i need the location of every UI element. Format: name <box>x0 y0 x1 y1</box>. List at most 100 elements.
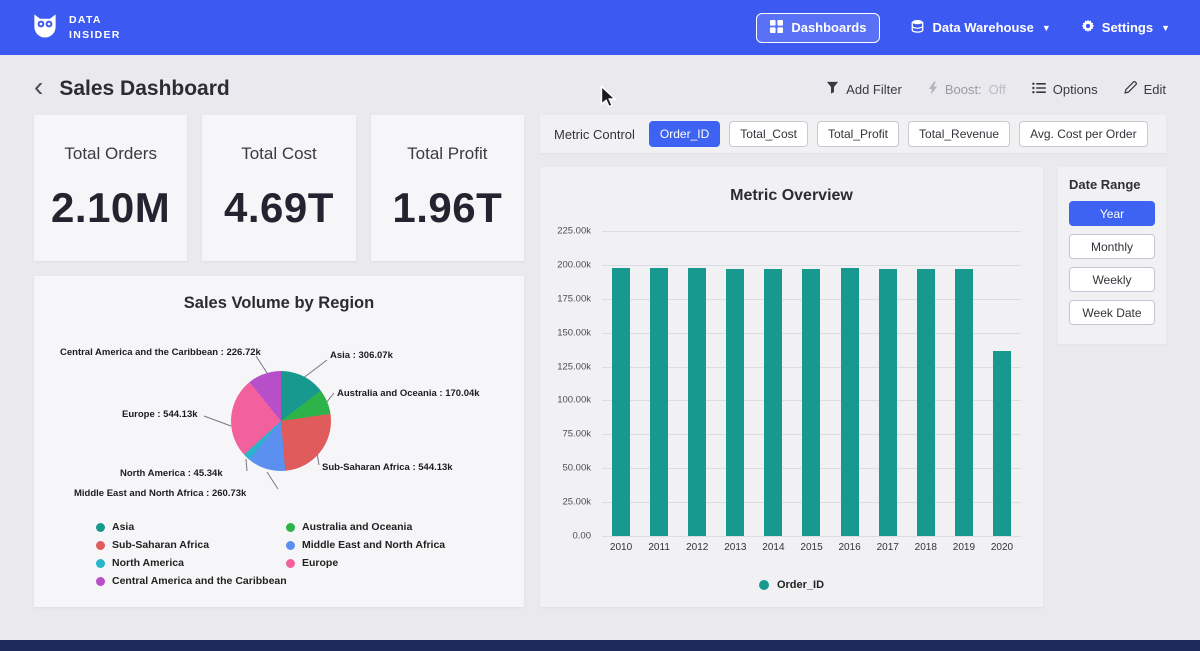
legend-label: Asia <box>112 521 134 533</box>
legend-item-sub-saharan-africa: Sub-Saharan Africa <box>96 539 287 551</box>
kpi-card-total-profit: Total Profit 1.96T <box>371 115 524 261</box>
pencil-icon <box>1124 81 1137 97</box>
dashboards-label: Dashboards <box>791 20 866 35</box>
bar-legend-label: Order_ID <box>777 579 824 591</box>
left-column: Total Orders 2.10M Total Cost 4.69T Tota… <box>34 115 524 607</box>
bar-chart-card: Metric Overview 225.00k200.00k175.00k150… <box>540 167 1043 607</box>
back-button[interactable]: ‹ <box>34 77 43 97</box>
bar-2014[interactable] <box>764 269 782 536</box>
kpi-cards: Total Orders 2.10M Total Cost 4.69T Tota… <box>34 115 524 261</box>
brand-line2: INSIDER <box>69 28 121 42</box>
metric-button-order-id[interactable]: Order_ID <box>649 121 720 147</box>
bar-legend: Order_ID <box>540 579 1043 591</box>
metric-button-total-cost[interactable]: Total_Cost <box>729 121 808 147</box>
chevron-down-icon: ▼ <box>1042 23 1051 33</box>
bar-y-ticks: 225.00k200.00k175.00k150.00k125.00k100.0… <box>552 231 598 536</box>
data-warehouse-menu[interactable]: Data Warehouse ▼ <box>910 19 1050 37</box>
legend-label: Australia and Oceania <box>302 521 412 533</box>
data-warehouse-label: Data Warehouse <box>932 20 1033 35</box>
footer-bar <box>0 640 1200 651</box>
pie-legend-col: Asia Sub-Saharan Africa North America Centr… <box>96 521 287 587</box>
brand-line1: DATA <box>69 13 121 27</box>
bar-legend-dot <box>759 580 769 590</box>
edit-label: Edit <box>1144 82 1166 97</box>
lightning-bolt-icon <box>928 81 938 98</box>
metric-control-bar: Metric Control Order_ID Total_Cost Total… <box>540 115 1166 153</box>
pie-callout-europe: Europe : 544.13k <box>122 409 198 420</box>
dashboards-button[interactable]: Dashboards <box>756 13 880 43</box>
top-nav: DATA INSIDER Dashboards Data Warehous <box>0 0 1200 55</box>
bar-2012[interactable] <box>688 268 706 536</box>
kpi-card-total-orders: Total Orders 2.10M <box>34 115 187 261</box>
date-range-panel: Date Range Year Monthly Weekly Week Date <box>1058 167 1166 344</box>
legend-label: Middle East and North Africa <box>302 539 445 551</box>
date-range-button-weekly[interactable]: Weekly <box>1069 267 1155 292</box>
right-bottom: Metric Overview 225.00k200.00k175.00k150… <box>540 167 1166 607</box>
pie-chart-card: Sales Volume by Region Central America a… <box>34 276 524 607</box>
x-tick-label: 2011 <box>640 542 678 553</box>
date-range-button-year[interactable]: Year <box>1069 201 1155 226</box>
y-tick-label: 50.00k <box>562 463 591 474</box>
legend-label: Europe <box>302 557 338 569</box>
legend-item-north-america: North America <box>96 557 287 569</box>
legend-item-central-america-and-the-caribbean: Central America and the Caribbean <box>96 575 287 587</box>
chevron-down-icon: ▼ <box>1161 23 1170 33</box>
bar-2011[interactable] <box>650 268 668 536</box>
legend-label: Central America and the Caribbean <box>112 575 287 587</box>
bar-x-labels: 2010201120122013201420152016201720182019… <box>602 542 1021 553</box>
kpi-value: 1.96T <box>392 184 502 232</box>
header-actions: Add Filter Boost: Off Options Edit <box>826 81 1166 98</box>
bar-2016[interactable] <box>841 268 859 536</box>
bar-series <box>602 231 1021 536</box>
options-label: Options <box>1053 82 1098 97</box>
right-column: Metric Control Order_ID Total_Cost Total… <box>540 115 1166 607</box>
bar-2019[interactable] <box>955 269 973 536</box>
legend-dot <box>96 559 105 568</box>
legend-item-australia-and-oceania: Australia and Oceania <box>286 521 445 533</box>
x-tick-label: 2018 <box>907 542 945 553</box>
y-tick-label: 200.00k <box>557 259 591 270</box>
metric-control-label: Metric Control <box>554 127 635 142</box>
bar-2020[interactable] <box>993 351 1011 536</box>
bar-2018[interactable] <box>917 269 935 536</box>
pie-callout-north-america: North America : 45.34k <box>120 468 223 479</box>
page-title: Sales Dashboard <box>59 77 229 101</box>
metric-button-total-revenue[interactable]: Total_Revenue <box>908 121 1010 147</box>
kpi-label: Total Profit <box>407 144 487 164</box>
legend-dot <box>96 577 105 586</box>
legend-item-europe: Europe <box>286 557 445 569</box>
bar-2015[interactable] <box>802 269 820 536</box>
metric-button-avg-cost-per-order[interactable]: Avg. Cost per Order <box>1019 121 1148 147</box>
legend-dot <box>286 523 295 532</box>
pie-chart-title: Sales Volume by Region <box>34 276 524 313</box>
pie-legend-col: Australia and Oceania Middle East and Nor… <box>286 521 445 569</box>
dashboards-grid-icon <box>770 20 783 36</box>
legend-item-middle-east-and-north-africa: Middle East and North Africa <box>286 539 445 551</box>
kpi-label: Total Cost <box>241 144 317 164</box>
boost-label: Boost: <box>945 82 982 97</box>
settings-menu[interactable]: Settings ▼ <box>1081 19 1170 36</box>
date-range-button-week-date[interactable]: Week Date <box>1069 300 1155 325</box>
options-button[interactable]: Options <box>1032 82 1098 97</box>
add-filter-button[interactable]: Add Filter <box>826 81 902 97</box>
pie-chart[interactable] <box>231 371 331 471</box>
bar-2017[interactable] <box>879 269 897 536</box>
pie-callout-sub-saharan-africa: Sub-Saharan Africa : 544.13k <box>322 462 453 473</box>
nav-right: Dashboards Data Warehouse ▼ Settings <box>756 13 1170 43</box>
y-tick-label: 150.00k <box>557 327 591 338</box>
date-range-button-monthly[interactable]: Monthly <box>1069 234 1155 259</box>
x-tick-label: 2016 <box>831 542 869 553</box>
bar-plot-area: 225.00k200.00k175.00k150.00k125.00k100.0… <box>552 231 1021 536</box>
x-tick-label: 2019 <box>945 542 983 553</box>
kpi-card-total-cost: Total Cost 4.69T <box>202 115 355 261</box>
bar-2010[interactable] <box>612 268 630 536</box>
kpi-value: 2.10M <box>51 184 170 232</box>
legend-label: Sub-Saharan Africa <box>112 539 209 551</box>
edit-button[interactable]: Edit <box>1124 81 1166 97</box>
bar-2013[interactable] <box>726 269 744 536</box>
brand[interactable]: DATA INSIDER <box>30 10 121 45</box>
metric-button-total-profit[interactable]: Total_Profit <box>817 121 899 147</box>
filter-funnel-icon <box>826 81 839 97</box>
boost-toggle[interactable]: Boost: Off <box>928 81 1006 98</box>
page-header: ‹ Sales Dashboard Add Filter Boost: Off <box>0 55 1200 115</box>
